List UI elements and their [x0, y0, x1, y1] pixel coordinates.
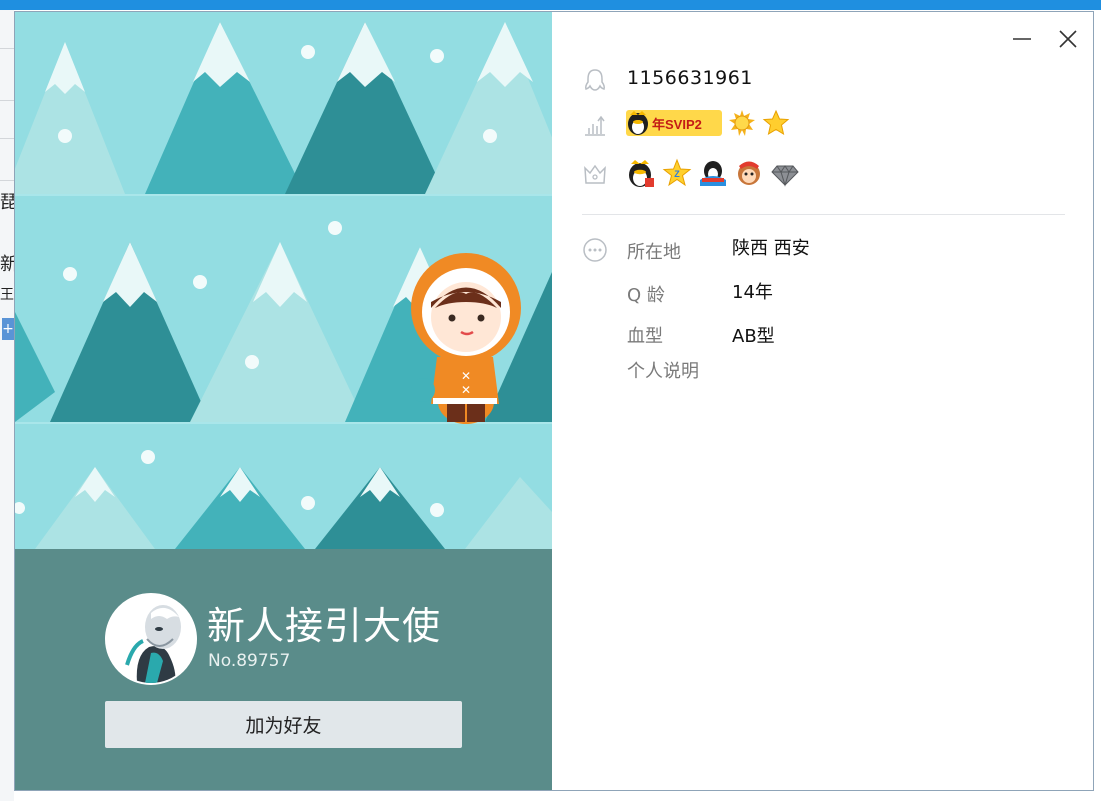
svg-text:✕: ✕ — [461, 383, 471, 397]
level-chart-icon — [585, 115, 605, 136]
background-app-window — [0, 10, 14, 801]
background-add-icon: + — [2, 318, 14, 340]
minimize-button[interactable] — [1009, 26, 1035, 52]
penguin-vip-icon — [628, 111, 648, 135]
privilege-badges: Z — [626, 158, 800, 188]
profile-cover: ✕ ✕ 新人接引大使 No.89757 加为好友 — [15, 12, 552, 790]
location-value: 陕西 西安 — [732, 238, 810, 259]
close-button[interactable] — [1055, 26, 1081, 52]
location-label: 所在地 — [627, 242, 681, 263]
svip-badge[interactable]: 年SVIP2 — [626, 110, 722, 136]
penguin-badge-icon[interactable] — [626, 158, 656, 188]
penguin-game-icon[interactable] — [698, 158, 728, 188]
user-number: No.89757 — [208, 651, 291, 671]
background-text: 王 — [0, 287, 14, 303]
close-icon — [1059, 30, 1077, 48]
background-divider — [0, 48, 14, 49]
penguin-outline-icon — [585, 69, 605, 91]
sun-medal-icon[interactable] — [728, 109, 756, 137]
profile-card-window: ✕ ✕ 新人接引大使 No.89757 加为好友 1156631961 年SVI… — [14, 11, 1094, 791]
monkey-icon[interactable] — [734, 158, 764, 188]
minimize-icon — [1013, 38, 1031, 40]
nickname: 新人接引大使 — [207, 604, 442, 648]
diamond-icon[interactable] — [770, 158, 800, 188]
profile-summary-panel: 新人接引大使 No.89757 加为好友 — [15, 549, 552, 790]
star-icon[interactable] — [762, 109, 790, 137]
winter-cover-illustration: ✕ ✕ — [15, 12, 552, 549]
qq-age-value: 14年 — [732, 282, 773, 303]
qq-number: 1156631961 — [627, 67, 753, 89]
blood-type-value: AB型 — [732, 326, 775, 347]
background-divider — [0, 100, 14, 101]
background-app-titlebar — [0, 0, 1101, 10]
more-info-icon — [583, 238, 607, 262]
crown-outline-icon — [584, 164, 606, 184]
level-badges: 年SVIP2 — [626, 109, 790, 137]
add-friend-button[interactable]: 加为好友 — [105, 701, 462, 748]
background-divider — [0, 180, 14, 181]
background-divider — [0, 138, 14, 139]
level-star-icon[interactable]: Z — [662, 158, 692, 188]
svip-badge-text: 年SVIP2 — [652, 116, 702, 132]
avatar[interactable] — [105, 593, 197, 685]
svg-text:Z: Z — [674, 169, 680, 179]
svg-text:✕: ✕ — [461, 369, 471, 383]
bio-label: 个人说明 — [627, 361, 699, 382]
blood-type-label: 血型 — [627, 326, 663, 347]
section-divider — [582, 214, 1065, 215]
profile-info-panel: 1156631961 年SVIP2 Z 所在地 陕西 西安 Q 龄 14年 血型… — [552, 12, 1093, 790]
robot-avatar-icon — [107, 595, 195, 683]
qq-age-label: Q 龄 — [627, 285, 665, 306]
